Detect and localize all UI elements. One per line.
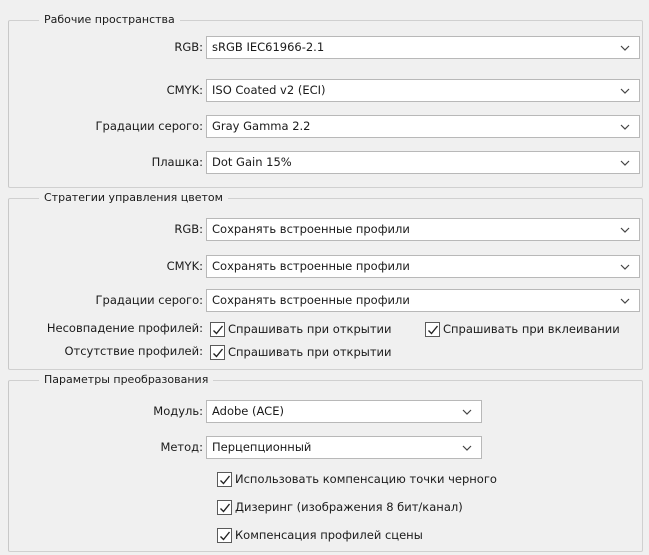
- checkmark-icon: [425, 321, 440, 337]
- engine-value: Adobe (ACE): [212, 404, 284, 418]
- mismatch-ask-open-checkbox[interactable]: Спрашивать при открытии: [210, 319, 392, 339]
- conversion-title: Параметры преобразования: [39, 373, 214, 386]
- pol-cmyk-select[interactable]: Сохранять встроенные профили: [206, 255, 640, 278]
- chevron-down-icon: [462, 445, 472, 451]
- missing-ask-open-checkbox[interactable]: Спрашивать при открытии: [210, 342, 392, 362]
- ws-gray-value: Gray Gamma 2.2: [212, 119, 311, 133]
- pol-cmyk-label: CMYK:: [166, 259, 203, 273]
- ws-cmyk-value: ISO Coated v2 (ECI): [212, 83, 326, 97]
- checkmark-icon: [217, 471, 232, 487]
- mismatch-ask-paste-label: Спрашивать при вклеивании: [443, 322, 620, 336]
- chevron-down-icon: [620, 124, 630, 130]
- checkmark-icon: [210, 321, 225, 337]
- mismatch-ask-open-label: Спрашивать при открытии: [228, 322, 392, 336]
- ws-cmyk-select[interactable]: ISO Coated v2 (ECI): [206, 79, 640, 102]
- mismatch-label: Несовпадение профилей:: [46, 321, 203, 335]
- ws-spot-label: Плашка:: [151, 155, 203, 169]
- black-point-checkbox[interactable]: Использовать компенсацию точки черного: [217, 469, 497, 489]
- pol-cmyk-value: Сохранять встроенные профили: [212, 259, 410, 273]
- ws-cmyk-label: CMYK:: [166, 83, 203, 97]
- intent-select[interactable]: Перцепционный: [206, 436, 482, 459]
- chevron-down-icon: [620, 160, 630, 166]
- ws-spot-select[interactable]: Dot Gain 15%: [206, 151, 640, 174]
- chevron-down-icon: [620, 88, 630, 94]
- ws-spot-value: Dot Gain 15%: [212, 155, 292, 169]
- engine-select[interactable]: Adobe (ACE): [206, 400, 482, 423]
- checkmark-icon: [217, 499, 232, 515]
- pol-rgb-select[interactable]: Сохранять встроенные профили: [206, 218, 640, 241]
- pol-gray-select[interactable]: Сохранять встроенные профили: [206, 289, 640, 312]
- workspaces-title: Рабочие пространства: [39, 13, 180, 26]
- policies-title: Стратегии управления цветом: [39, 191, 228, 204]
- pol-rgb-value: Сохранять встроенные профили: [212, 222, 410, 236]
- chevron-down-icon: [620, 227, 630, 233]
- dither-label: Дизеринг (изображения 8 бит/канал): [235, 500, 463, 514]
- scene-comp-label: Компенсация профилей сцены: [235, 528, 423, 542]
- mismatch-ask-paste-checkbox[interactable]: Спрашивать при вклеивании: [425, 319, 620, 339]
- dither-checkbox[interactable]: Дизеринг (изображения 8 бит/канал): [217, 497, 463, 517]
- chevron-down-icon: [620, 45, 630, 51]
- pol-gray-value: Сохранять встроенные профили: [212, 293, 410, 307]
- chevron-down-icon: [620, 264, 630, 270]
- engine-label: Модуль:: [153, 404, 203, 418]
- intent-label: Метод:: [160, 440, 203, 454]
- ws-gray-label: Градации серого:: [95, 119, 203, 133]
- checkmark-icon: [217, 527, 232, 543]
- checkmark-icon: [210, 344, 225, 360]
- chevron-down-icon: [462, 409, 472, 415]
- scene-comp-checkbox[interactable]: Компенсация профилей сцены: [217, 525, 423, 545]
- ws-rgb-select[interactable]: sRGB IEC61966-2.1: [206, 36, 640, 59]
- chevron-down-icon: [620, 298, 630, 304]
- ws-gray-select[interactable]: Gray Gamma 2.2: [206, 115, 640, 138]
- ws-rgb-label: RGB:: [174, 40, 203, 54]
- missing-ask-open-label: Спрашивать при открытии: [228, 345, 392, 359]
- pol-rgb-label: RGB:: [174, 222, 203, 236]
- pol-gray-label: Градации серого:: [95, 293, 203, 307]
- missing-label: Отсутствие профилей:: [64, 344, 203, 358]
- ws-rgb-value: sRGB IEC61966-2.1: [212, 40, 325, 54]
- black-point-label: Использовать компенсацию точки черного: [235, 472, 497, 486]
- intent-value: Перцепционный: [212, 440, 312, 454]
